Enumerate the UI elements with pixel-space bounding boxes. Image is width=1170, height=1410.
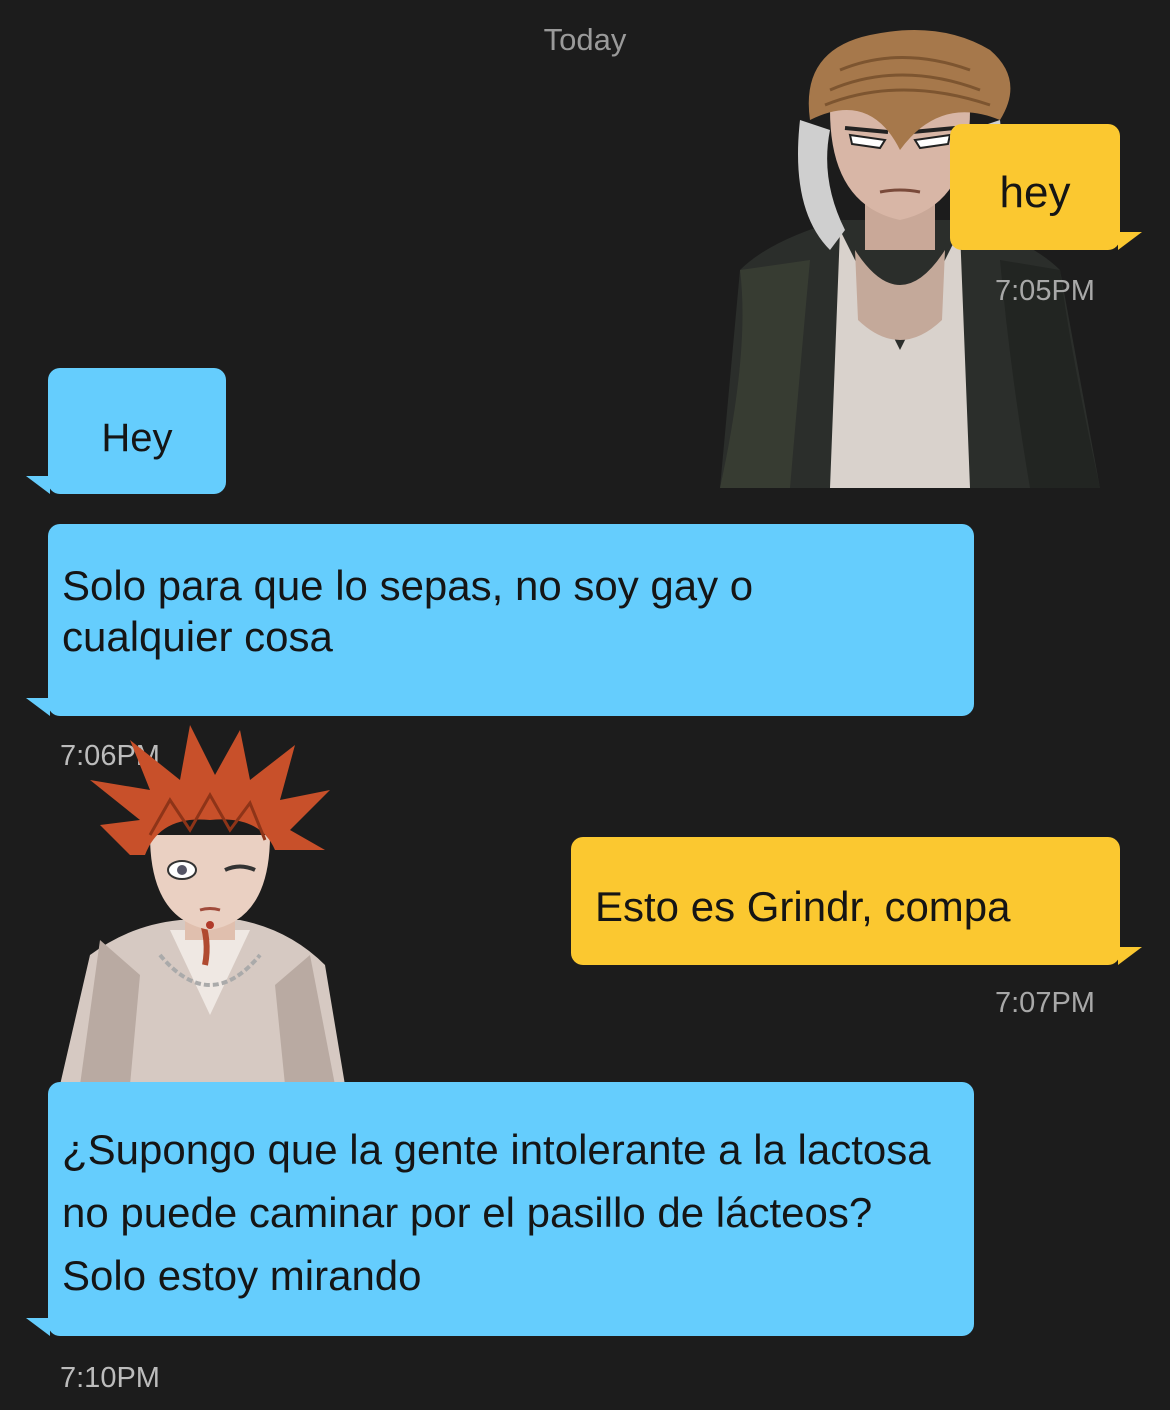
bubble-tail (26, 698, 50, 716)
anime-character-pompadour-icon (720, 30, 1100, 488)
bubble-tail (26, 476, 50, 494)
message-timestamp: 7:05PM (995, 275, 1095, 307)
message-text: Solo para que lo sepas, no soy gay o cua… (62, 562, 754, 661)
message-timestamp: 7:10PM (60, 1362, 160, 1394)
message-text: ¿Supongo que la gente intolerante a la l… (62, 1126, 931, 1299)
message-bubble-outgoing: Esto es Grindr, compa (571, 837, 1120, 965)
message-text: Esto es Grindr, compa (595, 883, 1011, 930)
message-bubble-outgoing: hey (950, 124, 1120, 250)
message-bubble-incoming: Solo para que lo sepas, no soy gay o cua… (48, 524, 974, 716)
message-text: Hey (101, 416, 173, 460)
message-text: hey (999, 168, 1071, 217)
message-bubble-incoming: Hey (48, 368, 226, 494)
bubble-tail (1118, 947, 1142, 965)
message-bubble-incoming: ¿Supongo que la gente intolerante a la l… (48, 1082, 974, 1336)
bubble-tail (1118, 232, 1142, 250)
bubble-tail (26, 1318, 50, 1336)
anime-character-redhead-icon (60, 725, 345, 1085)
message-timestamp: 7:07PM (995, 987, 1095, 1019)
